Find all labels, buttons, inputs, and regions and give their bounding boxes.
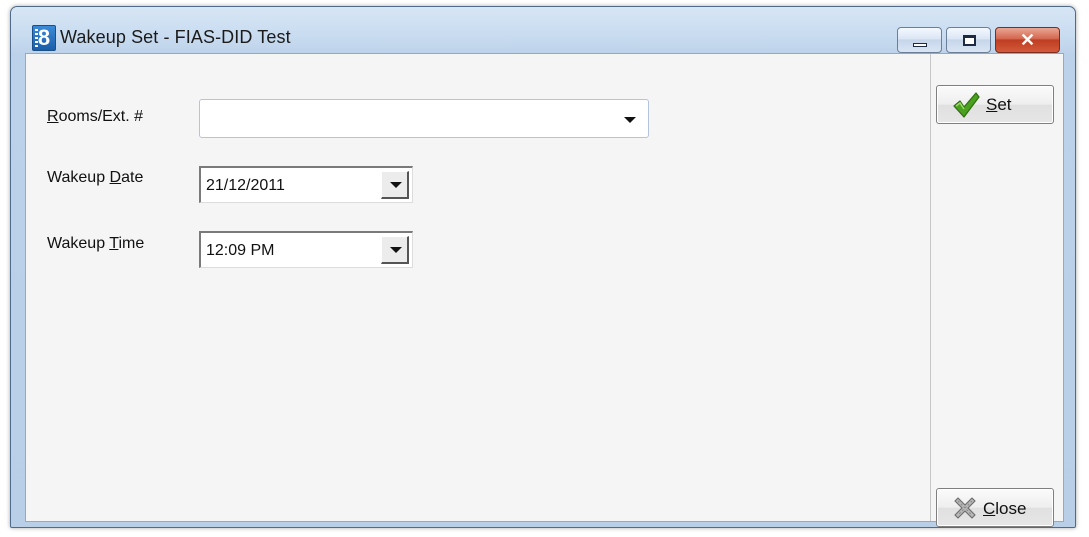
wakeup-set-window: 8 Wakeup Set - FIAS-DID Test ✕ Rooms/Ext… xyxy=(10,6,1076,528)
maximize-button[interactable] xyxy=(946,27,991,53)
window-title: Wakeup Set - FIAS-DID Test xyxy=(60,27,291,47)
checkmark-icon xyxy=(953,92,980,118)
wakeup-date-label-rest: ate xyxy=(121,169,144,186)
app-logo-icon: 8 xyxy=(32,25,56,51)
rooms-ext-label-text: ooms/Ext. # xyxy=(58,108,144,125)
close-button-label: Close xyxy=(983,499,1027,518)
maximize-icon xyxy=(963,35,976,46)
rooms-ext-label: Rooms/Ext. # xyxy=(47,108,143,126)
chevron-down-icon xyxy=(624,117,636,123)
wakeup-time-dropdown-button[interactable] xyxy=(381,236,409,264)
set-button-label: Set xyxy=(986,95,1012,114)
chevron-down-icon xyxy=(390,247,402,253)
close-window-button[interactable]: ✕ xyxy=(995,27,1060,53)
rooms-ext-combobox[interactable] xyxy=(199,99,649,138)
close-icon: ✕ xyxy=(1019,30,1036,50)
wakeup-date-label-text: Wakeup xyxy=(47,169,110,186)
window-client-area: Rooms/Ext. # Wakeup Date 21/12/2011 Wake… xyxy=(25,53,1064,527)
app-logo-glyph: 8 xyxy=(37,25,51,50)
minimize-icon xyxy=(913,43,927,47)
title-bar[interactable]: 8 Wakeup Set - FIAS-DID Test ✕ xyxy=(11,7,1075,53)
chevron-down-icon xyxy=(390,182,402,188)
wakeup-date-label: Wakeup Date xyxy=(47,169,143,187)
rooms-ext-label-accel: R xyxy=(47,108,59,125)
wakeup-date-dropdown-button[interactable] xyxy=(381,171,409,199)
wakeup-time-label-text: Wakeup xyxy=(47,235,110,252)
wakeup-date-value: 21/12/2011 xyxy=(206,177,285,194)
wakeup-date-picker[interactable]: 21/12/2011 xyxy=(199,166,413,203)
wakeup-time-label-rest: ime xyxy=(118,235,145,252)
set-button[interactable]: Set xyxy=(936,85,1054,124)
wakeup-time-picker[interactable]: 12:09 PM xyxy=(199,231,413,268)
action-panel: Set Close xyxy=(930,54,1063,527)
wakeup-time-value: 12:09 PM xyxy=(206,242,275,259)
wakeup-date-label-accel: D xyxy=(109,169,122,186)
minimize-button[interactable] xyxy=(897,27,942,53)
wakeup-time-label: Wakeup Time xyxy=(47,235,144,253)
form-area: Rooms/Ext. # Wakeup Date 21/12/2011 Wake… xyxy=(26,54,930,521)
close-x-icon xyxy=(954,497,976,519)
close-button[interactable]: Close xyxy=(936,488,1054,527)
